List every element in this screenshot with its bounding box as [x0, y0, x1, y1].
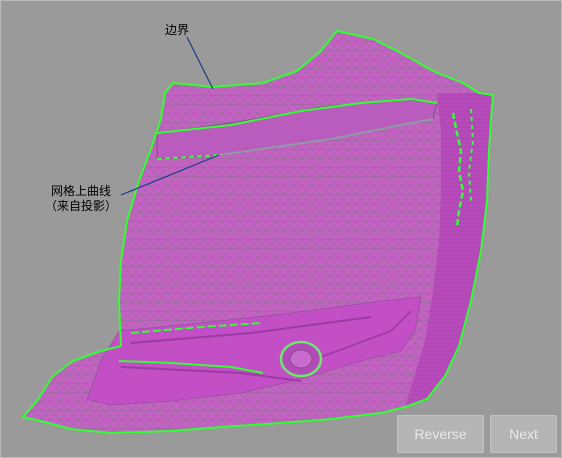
curve-label-line1: 网格上曲线	[51, 184, 112, 198]
next-button[interactable]: Next	[490, 415, 557, 453]
curve-label: 网格上曲线 （来自投影）	[45, 184, 117, 214]
boundary-leader-line	[186, 36, 214, 90]
viewer-frame: 边界 网格上曲线 （来自投影） Reverse Next	[0, 0, 562, 458]
reverse-button[interactable]: Reverse	[397, 415, 484, 453]
curve-label-line2: （来自投影）	[45, 199, 118, 213]
boundary-label: 边界	[165, 23, 190, 37]
mesh-viewport[interactable]	[1, 1, 561, 457]
